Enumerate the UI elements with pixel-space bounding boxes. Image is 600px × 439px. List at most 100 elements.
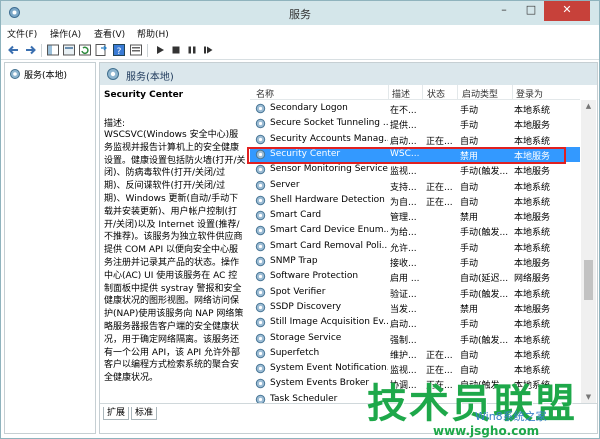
cell-startup-type: 自动: [460, 182, 479, 193]
start-icon[interactable]: [153, 43, 167, 57]
cell-logon-as: 本地服务: [514, 213, 551, 224]
table-row[interactable]: SSDP Discovery 当发... 禁用 本地服务: [250, 300, 580, 315]
stop-icon[interactable]: [169, 43, 183, 57]
table-row[interactable]: Smart Card Removal Poli... 允许... 手动 本地系统: [250, 239, 580, 254]
gear-icon: [255, 317, 266, 328]
tab-extended[interactable]: 扩展: [103, 407, 130, 420]
cell-name: Software Protection: [270, 271, 359, 282]
cell-name: SSDP Discovery: [270, 301, 342, 312]
table-row[interactable]: Still Image Acquisition Ev... 启动... 手动 本地系统: [250, 315, 580, 330]
table-row[interactable]: Secure Socket Tunneling ... 提供... 手动 本地服务: [250, 116, 580, 131]
console-icon[interactable]: [62, 43, 76, 57]
back-icon[interactable]: [7, 43, 21, 57]
watermark: 技术员联盟 Win8系统之家 www.jsgho.com: [367, 371, 600, 439]
help-icon[interactable]: ?: [112, 43, 126, 57]
cell-name: Superfetch: [270, 347, 320, 358]
cell-logon-as: 网络服务: [514, 274, 551, 285]
close-button[interactable]: ✕: [544, 1, 590, 21]
table-row[interactable]: Storage Service 强制... 手动(触发... 本地系统: [250, 331, 580, 346]
table-row[interactable]: Security Accounts Manag... 启动... 正在... 自动 本地…: [250, 132, 580, 147]
pause-icon[interactable]: [185, 43, 199, 57]
column-divider[interactable]: [512, 85, 513, 100]
tab-standard[interactable]: 标准: [131, 407, 158, 420]
table-row[interactable]: Smart Card 管理... 禁用 本地服务: [250, 208, 580, 223]
column-divider[interactable]: [457, 85, 458, 100]
table-row[interactable]: Smart Card Device Enum... 为给... 手动(触发... 本地…: [250, 223, 580, 238]
cell-status: 正在...: [426, 197, 453, 208]
menu-view[interactable]: 查看(V): [94, 27, 125, 40]
cell-name: Shell Hardware Detection: [270, 194, 385, 205]
menu-help[interactable]: 帮助(H): [137, 27, 169, 40]
cell-name: Sensor Monitoring Service: [270, 164, 388, 175]
cell-description: 当发...: [390, 304, 417, 315]
cell-description: 为给...: [390, 228, 417, 239]
column-name[interactable]: 名称: [256, 87, 274, 100]
cell-startup-type: 手动: [460, 121, 479, 132]
cell-description: 启动...: [390, 320, 417, 331]
cell-startup-type: 禁用: [460, 304, 479, 315]
table-row[interactable]: Shell Hardware Detection 为自... 正在... 自动 本地系统: [250, 193, 580, 208]
gear-icon: [255, 272, 266, 282]
scroll-up-icon[interactable]: ▲: [581, 100, 596, 112]
gear-icon: [255, 379, 266, 389]
gear-icon: [255, 226, 266, 236]
cell-name: Security Accounts Manag...: [270, 133, 388, 144]
restart-icon[interactable]: [201, 43, 215, 57]
cell-status: 正在...: [426, 350, 453, 361]
cell-logon-as: 本地系统: [514, 106, 551, 116]
cell-description: 启动...: [390, 136, 417, 147]
column-status[interactable]: 状态: [427, 87, 445, 100]
cell-description: 验证...: [390, 289, 417, 300]
console-tree: 服务(本地): [4, 62, 96, 434]
cell-description: 启用 ...: [390, 274, 420, 285]
table-row[interactable]: Spot Verifier 验证... 手动(触发... 本地系统: [250, 285, 580, 300]
cell-status: 正在...: [426, 136, 453, 147]
table-row[interactable]: Superfetch 维护... 正在... 自动 本地系统: [250, 346, 580, 361]
description-panel: Security Center 描述: WSCSVC(Windows 安全中心)…: [100, 85, 247, 403]
tree-item-local-services[interactable]: 服务(本地): [8, 67, 94, 81]
column-divider[interactable]: [388, 85, 389, 100]
gear-icon: [10, 69, 20, 79]
scrollbar-thumb[interactable]: [584, 260, 593, 300]
cell-startup-type: 手动: [460, 106, 479, 116]
show-tree-icon[interactable]: [46, 43, 60, 57]
toolbar-separator: [147, 44, 148, 57]
refresh-icon[interactable]: [78, 43, 92, 57]
cell-description: 提供...: [390, 121, 417, 132]
cell-startup-type: 手动: [460, 259, 479, 269]
vertical-scrollbar[interactable]: ▲ ▼: [581, 100, 596, 403]
watermark-url: www.jsgho.com: [433, 424, 540, 438]
column-description[interactable]: 描述: [392, 87, 410, 100]
properties-icon[interactable]: [129, 43, 143, 57]
pane-header: 服务(本地): [100, 63, 597, 85]
table-row[interactable]: Sensor Monitoring Service 监视... 手动(触发... 本地…: [250, 162, 580, 177]
service-title: Security Center: [104, 90, 184, 100]
minimize-button[interactable]: –: [490, 1, 518, 21]
table-row[interactable]: Server 支持... 正在... 自动 本地系统: [250, 178, 580, 193]
table-row[interactable]: Secondary Logon 在不... 手动 本地系统: [250, 101, 580, 116]
gear-icon: [255, 119, 266, 129]
description-label: 描述:: [104, 119, 126, 129]
services-window: 服务 – □ ✕ 文件(F) 操作(A) 查看(V) 帮助(H) ? 服务(本地…: [0, 0, 600, 439]
table-row[interactable]: Software Protection 启用 ... 自动(延迟... 网络服务: [250, 269, 580, 284]
cell-name: Smart Card: [270, 210, 322, 221]
watermark-subtitle: Win8系统之家: [475, 410, 547, 423]
menu-action[interactable]: 操作(A): [50, 27, 81, 40]
cell-name: SNMP Trap: [270, 256, 318, 266]
cell-logon-as: 本地系统: [514, 182, 551, 193]
gear-icon: [255, 241, 266, 251]
export-icon[interactable]: [94, 43, 108, 57]
gear-icon: [107, 68, 119, 80]
table-row[interactable]: SNMP Trap 接收... 手动 本地服务: [250, 254, 580, 269]
menu-file[interactable]: 文件(F): [7, 27, 37, 40]
title-bar[interactable]: 服务 – □ ✕: [1, 1, 599, 25]
gear-icon: [255, 195, 266, 205]
forward-icon[interactable]: [23, 43, 37, 57]
cell-startup-type: 禁用: [460, 213, 479, 224]
cell-startup-type: 自动(延迟...: [460, 274, 509, 285]
highlight-box: [247, 147, 566, 164]
maximize-button[interactable]: □: [518, 1, 544, 21]
column-logon-as[interactable]: 登录为: [516, 87, 543, 100]
column-divider[interactable]: [422, 85, 423, 100]
column-startup-type[interactable]: 启动类型: [462, 87, 498, 100]
